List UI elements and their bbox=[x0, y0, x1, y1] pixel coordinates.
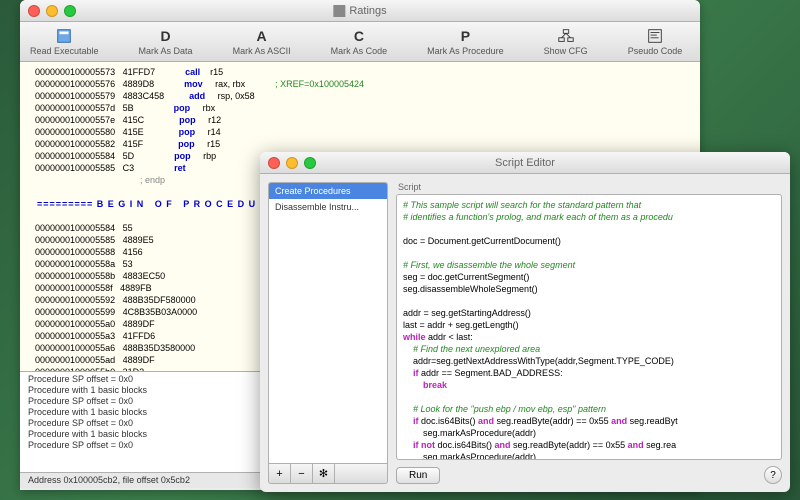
script-label: Script bbox=[396, 182, 782, 192]
minimize-icon[interactable] bbox=[286, 157, 298, 169]
main-toolbar: Read Executable D Mark As Data A Mark As… bbox=[20, 22, 700, 62]
mark-procedure-icon: P bbox=[455, 28, 475, 44]
code-line[interactable] bbox=[403, 391, 775, 403]
window-title: Ratings bbox=[333, 5, 386, 17]
tool-label: Mark As Procedure bbox=[427, 46, 504, 56]
disasm-line[interactable]: 0000000100005579 4883C458 add rsp, 0x58 bbox=[30, 90, 690, 102]
window-title-text: Ratings bbox=[349, 5, 386, 17]
code-line[interactable]: # identifies a function's prolog, and ma… bbox=[403, 211, 775, 223]
script-code-editor[interactable]: # This sample script will search for the… bbox=[396, 194, 782, 460]
script-sidebar: Create Procedures Disassemble Instru... … bbox=[268, 182, 388, 484]
mark-as-code-button[interactable]: C Mark As Code bbox=[331, 28, 388, 56]
pseudo-code-icon bbox=[645, 28, 665, 44]
run-button[interactable]: Run bbox=[396, 467, 440, 484]
mark-code-icon: C bbox=[349, 28, 369, 44]
mark-as-data-button[interactable]: D Mark As Data bbox=[139, 28, 193, 56]
disasm-line[interactable]: 0000000100005576 4889D8 mov rax, rbx ; X… bbox=[30, 78, 690, 90]
remove-button[interactable]: − bbox=[291, 464, 313, 483]
gear-icon[interactable]: ✻ bbox=[313, 464, 335, 483]
script-window-title-text: Script Editor bbox=[495, 157, 555, 169]
code-line[interactable]: break bbox=[403, 379, 775, 391]
code-line[interactable] bbox=[403, 247, 775, 259]
code-line[interactable]: seg.markAsProcedure(addr) bbox=[403, 451, 775, 460]
mark-as-procedure-button[interactable]: P Mark As Procedure bbox=[427, 28, 504, 56]
list-item[interactable]: Disassemble Instru... bbox=[269, 199, 387, 215]
mark-as-ascii-button[interactable]: A Mark As ASCII bbox=[233, 28, 291, 56]
help-button[interactable]: ? bbox=[764, 466, 782, 484]
tool-label: Mark As Data bbox=[139, 46, 193, 56]
code-line[interactable]: # Look for the "push ebp / mov ebp, esp"… bbox=[403, 403, 775, 415]
tool-label: Pseudo Code bbox=[628, 46, 683, 56]
script-list[interactable]: Create Procedures Disassemble Instru... bbox=[268, 182, 388, 464]
script-content: Create Procedures Disassemble Instru... … bbox=[260, 174, 790, 492]
script-right-panel: Script # This sample script will search … bbox=[396, 182, 782, 484]
code-line[interactable]: if not doc.is64Bits() and seg.readByte(a… bbox=[403, 439, 775, 451]
tool-label: Read Executable bbox=[30, 46, 99, 56]
code-line[interactable]: seg = doc.getCurrentSegment() bbox=[403, 271, 775, 283]
read-executable-button[interactable]: Read Executable bbox=[30, 28, 99, 56]
zoom-icon[interactable] bbox=[304, 157, 316, 169]
main-titlebar[interactable]: Ratings bbox=[20, 0, 700, 22]
disasm-line[interactable]: 0000000100005582 415F pop r15 bbox=[30, 138, 690, 150]
tool-label: Mark As ASCII bbox=[233, 46, 291, 56]
tool-label: Show CFG bbox=[544, 46, 588, 56]
script-titlebar[interactable]: Script Editor bbox=[260, 152, 790, 174]
document-icon bbox=[333, 5, 345, 17]
code-line[interactable]: if addr == Segment.BAD_ADDRESS: bbox=[403, 367, 775, 379]
add-button[interactable]: + bbox=[269, 464, 291, 483]
code-line[interactable]: seg.disassembleWholeSegment() bbox=[403, 283, 775, 295]
code-line[interactable] bbox=[403, 295, 775, 307]
list-item[interactable]: Create Procedures bbox=[269, 183, 387, 199]
mark-ascii-icon: A bbox=[252, 28, 272, 44]
cfg-icon bbox=[556, 28, 576, 44]
script-window-title: Script Editor bbox=[495, 157, 555, 169]
traffic-lights bbox=[20, 5, 76, 17]
close-icon[interactable] bbox=[28, 5, 40, 17]
code-line[interactable]: seg.markAsProcedure(addr) bbox=[403, 427, 775, 439]
code-line[interactable]: last = addr + seg.getLength() bbox=[403, 319, 775, 331]
disasm-line[interactable]: 000000010000557d 5B pop rbx bbox=[30, 102, 690, 114]
code-line[interactable] bbox=[403, 223, 775, 235]
script-editor-window: Script Editor Create Procedures Disassem… bbox=[260, 152, 790, 492]
code-line[interactable]: addr=seg.getNextAddressWithType(addr,Seg… bbox=[403, 355, 775, 367]
status-text: Address 0x100005cb2, file offset 0x5cb2 bbox=[28, 475, 190, 485]
close-icon[interactable] bbox=[268, 157, 280, 169]
show-cfg-button[interactable]: Show CFG bbox=[544, 28, 588, 56]
code-line[interactable]: if doc.is64Bits() and seg.readByte(addr)… bbox=[403, 415, 775, 427]
code-line[interactable]: doc = Document.getCurrentDocument() bbox=[403, 235, 775, 247]
zoom-icon[interactable] bbox=[64, 5, 76, 17]
code-line[interactable]: # This sample script will search for the… bbox=[403, 199, 775, 211]
disasm-line[interactable]: 000000010000557e 415C pop r12 bbox=[30, 114, 690, 126]
script-list-toolbar: + − ✻ bbox=[268, 464, 388, 484]
read-executable-icon bbox=[54, 28, 74, 44]
code-line[interactable]: while addr < last: bbox=[403, 331, 775, 343]
mark-data-icon: D bbox=[156, 28, 176, 44]
disasm-line[interactable]: 0000000100005580 415E pop r14 bbox=[30, 126, 690, 138]
minimize-icon[interactable] bbox=[46, 5, 58, 17]
pseudo-code-button[interactable]: Pseudo Code bbox=[628, 28, 683, 56]
code-line[interactable]: # First, we disassemble the whole segmen… bbox=[403, 259, 775, 271]
code-line[interactable]: addr = seg.getStartingAddress() bbox=[403, 307, 775, 319]
code-line[interactable]: # Find the next unexplored area bbox=[403, 343, 775, 355]
script-bottom-bar: Run ? bbox=[396, 466, 782, 484]
tool-label: Mark As Code bbox=[331, 46, 388, 56]
traffic-lights bbox=[260, 157, 316, 169]
disasm-line[interactable]: 0000000100005573 41FFD7 call r15 bbox=[30, 66, 690, 78]
